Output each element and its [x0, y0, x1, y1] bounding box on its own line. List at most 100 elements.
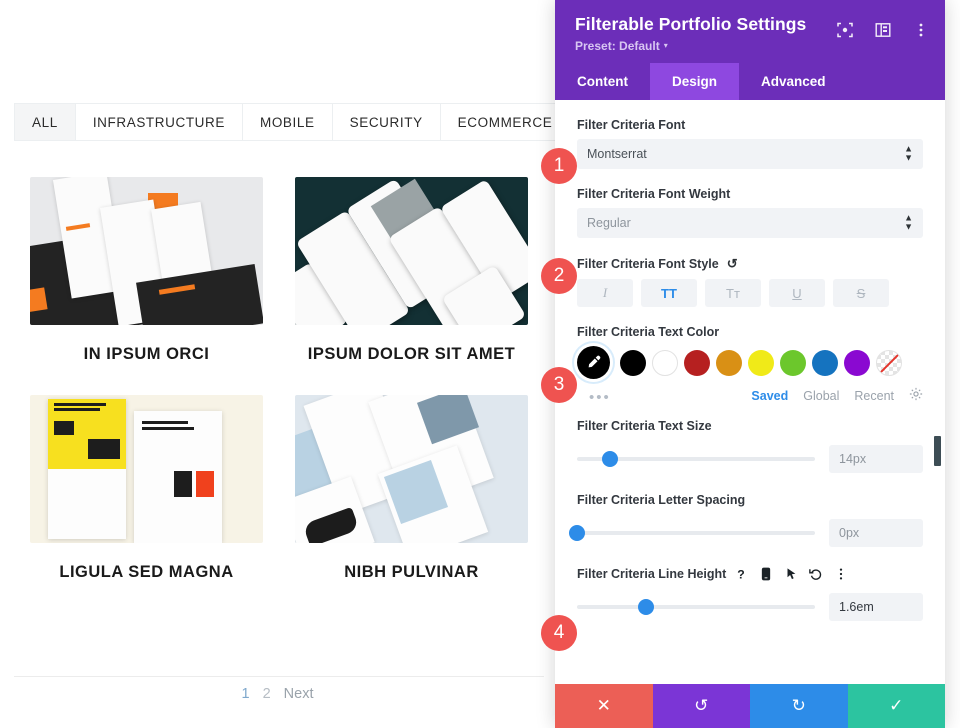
font-select-value: Montserrat — [587, 147, 647, 161]
text-size-slider-row: 14px — [577, 445, 923, 473]
filter-tab-security[interactable]: SECURITY — [331, 103, 440, 141]
chevron-updown-icon: ▲ ▼ — [904, 212, 913, 232]
portfolio-item[interactable]: IN IPSUM ORCI — [14, 160, 279, 368]
color-swatch-yellow[interactable] — [748, 349, 774, 376]
panel-scrollbar-thumb[interactable] — [934, 436, 941, 466]
portfolio-thumbnail-image[interactable] — [295, 394, 528, 543]
preset-label: Preset: Default — [575, 39, 660, 53]
font-select[interactable]: Montserrat ▲ ▼ — [577, 139, 923, 169]
pagination-divider — [14, 676, 544, 677]
letter-spacing-value-input[interactable]: 0px — [829, 519, 923, 547]
filter-tab-ecommerce[interactable]: ECOMMERCE — [439, 103, 571, 141]
tab-advanced[interactable]: Advanced — [739, 63, 848, 100]
cursor-icon[interactable] — [784, 567, 798, 581]
line-height-slider-track[interactable] — [577, 599, 815, 615]
color-swatch-green[interactable] — [780, 349, 806, 376]
font-style-button-group: I TT Tᴛ U S — [577, 279, 923, 307]
filter-tab-mobile[interactable]: MOBILE — [241, 103, 332, 141]
reset-icon[interactable]: ↺ — [727, 256, 738, 272]
palette-link-saved[interactable]: Saved — [751, 389, 788, 403]
text-size-slider-track[interactable] — [577, 451, 815, 467]
color-swatch-red[interactable] — [684, 349, 710, 376]
reset-icon[interactable] — [809, 567, 823, 581]
tab-content[interactable]: Content — [555, 63, 650, 100]
font-weight-select[interactable]: Regular ▲ ▼ — [577, 208, 923, 238]
save-button[interactable]: ✓ — [847, 684, 945, 728]
pagination-next[interactable]: Next — [284, 686, 314, 702]
filter-tab-all[interactable]: ALL — [14, 103, 75, 141]
field-filter-criteria-font: Filter Criteria Font Montserrat ▲ ▼ — [577, 118, 923, 169]
strikethrough-button[interactable]: S — [833, 279, 889, 307]
line-height-value: 1.6em — [839, 600, 874, 614]
filter-tab-label: INFRASTRUCTURE — [92, 114, 225, 130]
focus-icon[interactable] — [837, 22, 853, 38]
color-swatch-purple[interactable] — [844, 349, 870, 376]
tab-label: Content — [577, 74, 628, 89]
portfolio-item[interactable]: IPSUM DOLOR SIT AMET — [279, 160, 544, 368]
pagination-page-1[interactable]: 1 — [242, 686, 250, 702]
color-swatch-row — [577, 346, 923, 379]
palette-link-recent[interactable]: Recent — [854, 389, 894, 403]
field-label: Filter Criteria Font — [577, 118, 686, 132]
pagination-page-2[interactable]: 2 — [263, 686, 271, 702]
color-swatch-black[interactable] — [620, 349, 646, 376]
gear-icon[interactable] — [909, 387, 923, 404]
palette-link-global[interactable]: Global — [803, 389, 839, 403]
modal-header-icons — [837, 22, 929, 38]
more-colors-button[interactable]: ••• — [589, 390, 611, 405]
step-badge-4: 4 — [541, 615, 577, 651]
portfolio-item[interactable]: NIBH PULVINAR — [279, 378, 544, 586]
portfolio-thumbnail-image[interactable] — [30, 177, 263, 325]
strikethrough-icon: S — [856, 285, 866, 301]
portfolio-thumbnail-image[interactable] — [30, 394, 263, 543]
help-icon[interactable]: ? — [734, 567, 748, 581]
undo-button[interactable]: ↺ — [652, 684, 750, 728]
more-vertical-icon[interactable] — [913, 22, 929, 38]
text-size-slider-knob[interactable] — [602, 451, 619, 467]
filter-tab-label: MOBILE — [259, 114, 315, 130]
pagination: 1 2 Next — [0, 686, 555, 702]
text-size-value-input[interactable]: 14px — [829, 445, 923, 473]
line-height-value-input[interactable]: 1.6em — [829, 593, 923, 621]
redo-button[interactable]: ↻ — [750, 684, 848, 728]
uppercase-button[interactable]: TT — [641, 279, 697, 307]
portfolio-thumbnail-image[interactable] — [295, 177, 528, 325]
underline-button[interactable]: U — [769, 279, 825, 307]
small-caps-button[interactable]: Tᴛ — [705, 279, 761, 307]
field-filter-criteria-letter-spacing: Filter Criteria Letter Spacing 0px — [569, 493, 923, 547]
settings-scroll-area[interactable]: Filter Criteria Font Montserrat ▲ ▼ Filte… — [555, 100, 945, 684]
letter-spacing-slider-row: 0px — [569, 519, 923, 547]
color-swatch-white[interactable] — [652, 349, 678, 376]
undo-icon: ↺ — [694, 696, 709, 715]
field-label: Filter Criteria Letter Spacing — [577, 493, 746, 507]
eyedropper-button[interactable] — [577, 346, 610, 379]
letter-spacing-slider-track[interactable] — [569, 525, 815, 541]
uppercase-icon: TT — [661, 285, 677, 301]
portfolio-item[interactable]: LIGULA SED MAGNA — [14, 378, 279, 586]
device-icon[interactable] — [759, 567, 773, 581]
small-caps-icon: Tᴛ — [726, 285, 740, 301]
palette-links: Saved Global Recent — [751, 387, 923, 404]
italic-icon: I — [602, 285, 608, 300]
italic-button[interactable]: I — [577, 279, 633, 307]
color-swatch-transparent[interactable] — [876, 349, 902, 376]
panel-scrollbar[interactable] — [934, 100, 941, 684]
preset-selector[interactable]: Preset: Default ▾ — [575, 39, 925, 53]
more-vertical-icon[interactable] — [834, 567, 848, 581]
field-filter-criteria-font-style: Filter Criteria Font Style ↺ I TT Tᴛ U S — [577, 256, 923, 307]
filter-tab-infrastructure[interactable]: INFRASTRUCTURE — [74, 103, 242, 141]
portfolio-item-title: LIGULA SED MAGNA — [59, 562, 234, 581]
tab-design[interactable]: Design — [650, 63, 740, 100]
filter-tab-label: ECOMMERCE — [457, 114, 553, 130]
line-height-slider-knob[interactable] — [638, 599, 655, 615]
field-label: Filter Criteria Font Style ↺ — [577, 256, 923, 272]
color-swatch-orange[interactable] — [716, 349, 742, 376]
field-filter-criteria-line-height: Filter Criteria Line Height ? 1.6em — [577, 567, 923, 621]
letter-spacing-slider-knob[interactable] — [569, 525, 585, 541]
modal-action-bar: ✕ ↺ ↻ ✓ — [555, 684, 945, 728]
color-swatch-blue[interactable] — [812, 349, 838, 376]
cancel-button[interactable]: ✕ — [555, 684, 653, 728]
layout-icon[interactable] — [875, 22, 891, 38]
field-label: Filter Criteria Font Weight — [577, 187, 731, 201]
modal-header: Filterable Portfolio Settings Preset: De… — [555, 0, 945, 63]
